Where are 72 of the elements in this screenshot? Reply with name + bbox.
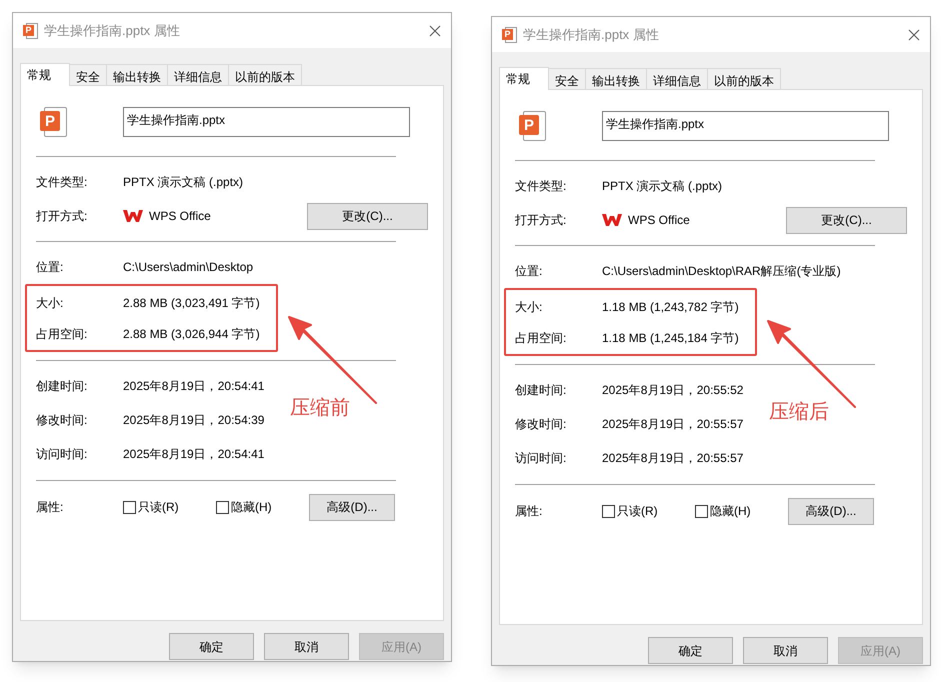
field-label: 访问时间: xyxy=(515,450,568,467)
wps-logo-icon xyxy=(123,209,143,223)
field-label: 位置: xyxy=(515,263,544,280)
tab[interactable]: 安全 xyxy=(548,68,586,89)
tab[interactable]: 安全 xyxy=(69,64,107,85)
tab[interactable]: 输出转换 xyxy=(585,68,647,89)
field-label: 大小: xyxy=(515,298,544,316)
dialog-button[interactable]: 高级(D)... xyxy=(788,498,874,524)
file-name-field[interactable]: 学生操作指南.pptx xyxy=(123,107,410,137)
field-label: 创建时间: xyxy=(36,378,88,395)
field-value: PPTX 演示文稿 (.pptx) xyxy=(123,174,244,191)
field-value: 2025年8月19日，20:55:57 xyxy=(602,450,744,467)
checkbox-square[interactable] xyxy=(695,504,708,518)
field-label: 修改时间: xyxy=(515,416,568,433)
presentation-file-icon: P xyxy=(23,22,38,38)
field-value: 2025年8月19日，20:54:41 xyxy=(123,446,264,463)
field-value: 2025年8月19日，20:54:39 xyxy=(123,412,264,429)
checkbox[interactable]: 只读(R) xyxy=(602,502,695,520)
tab[interactable]: 以前的版本 xyxy=(707,68,781,89)
presentation-file-icon: P xyxy=(502,26,517,42)
field-label: 位置: xyxy=(36,259,64,276)
field-value: 1.18 MB (1,243,782 字节) xyxy=(602,298,739,316)
checkbox-square[interactable] xyxy=(602,504,615,518)
field-value: 2.88 MB (3,023,491 字节) xyxy=(123,294,260,312)
field-label: 打开方式: xyxy=(36,208,88,225)
field-value: C:\Users\admin\Desktop xyxy=(123,259,254,276)
dialog-button[interactable]: 确定 xyxy=(648,637,733,664)
dialog-button[interactable]: 更改(C)... xyxy=(307,202,428,230)
field-label: 占用空间: xyxy=(515,330,568,346)
close-icon[interactable] xyxy=(429,24,441,36)
dialog-button[interactable]: 更改(C)... xyxy=(786,206,907,234)
field-value: 2025年8月19日，20:55:52 xyxy=(602,382,744,399)
dialog-button[interactable]: 确定 xyxy=(169,633,254,660)
checkbox-square[interactable] xyxy=(123,500,136,514)
dialog-button[interactable]: 取消 xyxy=(743,637,828,664)
wps-logo-icon xyxy=(602,213,622,227)
tab[interactable]: 详细信息 xyxy=(646,68,708,89)
tab[interactable]: 常规 xyxy=(20,63,70,86)
field-label: 文件类型: xyxy=(515,178,568,195)
tab[interactable]: 输出转换 xyxy=(106,64,168,85)
checkbox[interactable]: 只读(R) xyxy=(123,498,216,516)
field-label: 创建时间: xyxy=(515,382,568,399)
field-value: WPS Office xyxy=(149,208,212,225)
tab[interactable]: 常规 xyxy=(499,67,549,90)
field-label: 占用空间: xyxy=(36,326,88,342)
field-value: 1.18 MB (1,245,184 字节) xyxy=(602,330,739,346)
tab[interactable]: 以前的版本 xyxy=(228,64,302,85)
window-title: 学生操作指南.pptx 属性 xyxy=(523,26,660,44)
field-value: PPTX 演示文稿 (.pptx) xyxy=(602,178,722,195)
field-value: 2025年8月19日，20:54:41 xyxy=(123,378,264,395)
field-value: 2.88 MB (3,026,944 字节) xyxy=(123,326,260,342)
field-label: 属性: xyxy=(36,499,64,516)
annotation-label: 压缩后 xyxy=(769,400,829,425)
field-label: 访问时间: xyxy=(36,446,88,463)
field-label: 大小: xyxy=(36,294,64,312)
field-label: 修改时间: xyxy=(36,412,88,429)
checkbox[interactable]: 隐藏(H) xyxy=(216,498,309,516)
checkbox-square[interactable] xyxy=(216,500,229,514)
file-name-field[interactable]: 学生操作指南.pptx xyxy=(602,111,889,141)
annotation-label: 压缩前 xyxy=(290,396,350,421)
window-title: 学生操作指南.pptx 属性 xyxy=(44,22,181,40)
close-icon[interactable] xyxy=(908,28,920,40)
dialog-button[interactable]: 取消 xyxy=(264,633,349,660)
field-label: 打开方式: xyxy=(515,212,568,229)
field-value: 2025年8月19日，20:55:57 xyxy=(602,416,744,433)
field-label: 文件类型: xyxy=(36,174,88,191)
tab[interactable]: 详细信息 xyxy=(167,64,229,85)
field-value: WPS Office xyxy=(628,212,691,229)
field-value: C:\Users\admin\Desktop\RAR解压缩(专业版) xyxy=(602,263,841,280)
dialog-button[interactable]: 高级(D)... xyxy=(309,494,395,520)
field-label: 属性: xyxy=(515,503,544,520)
checkbox[interactable]: 隐藏(H) xyxy=(695,502,788,520)
